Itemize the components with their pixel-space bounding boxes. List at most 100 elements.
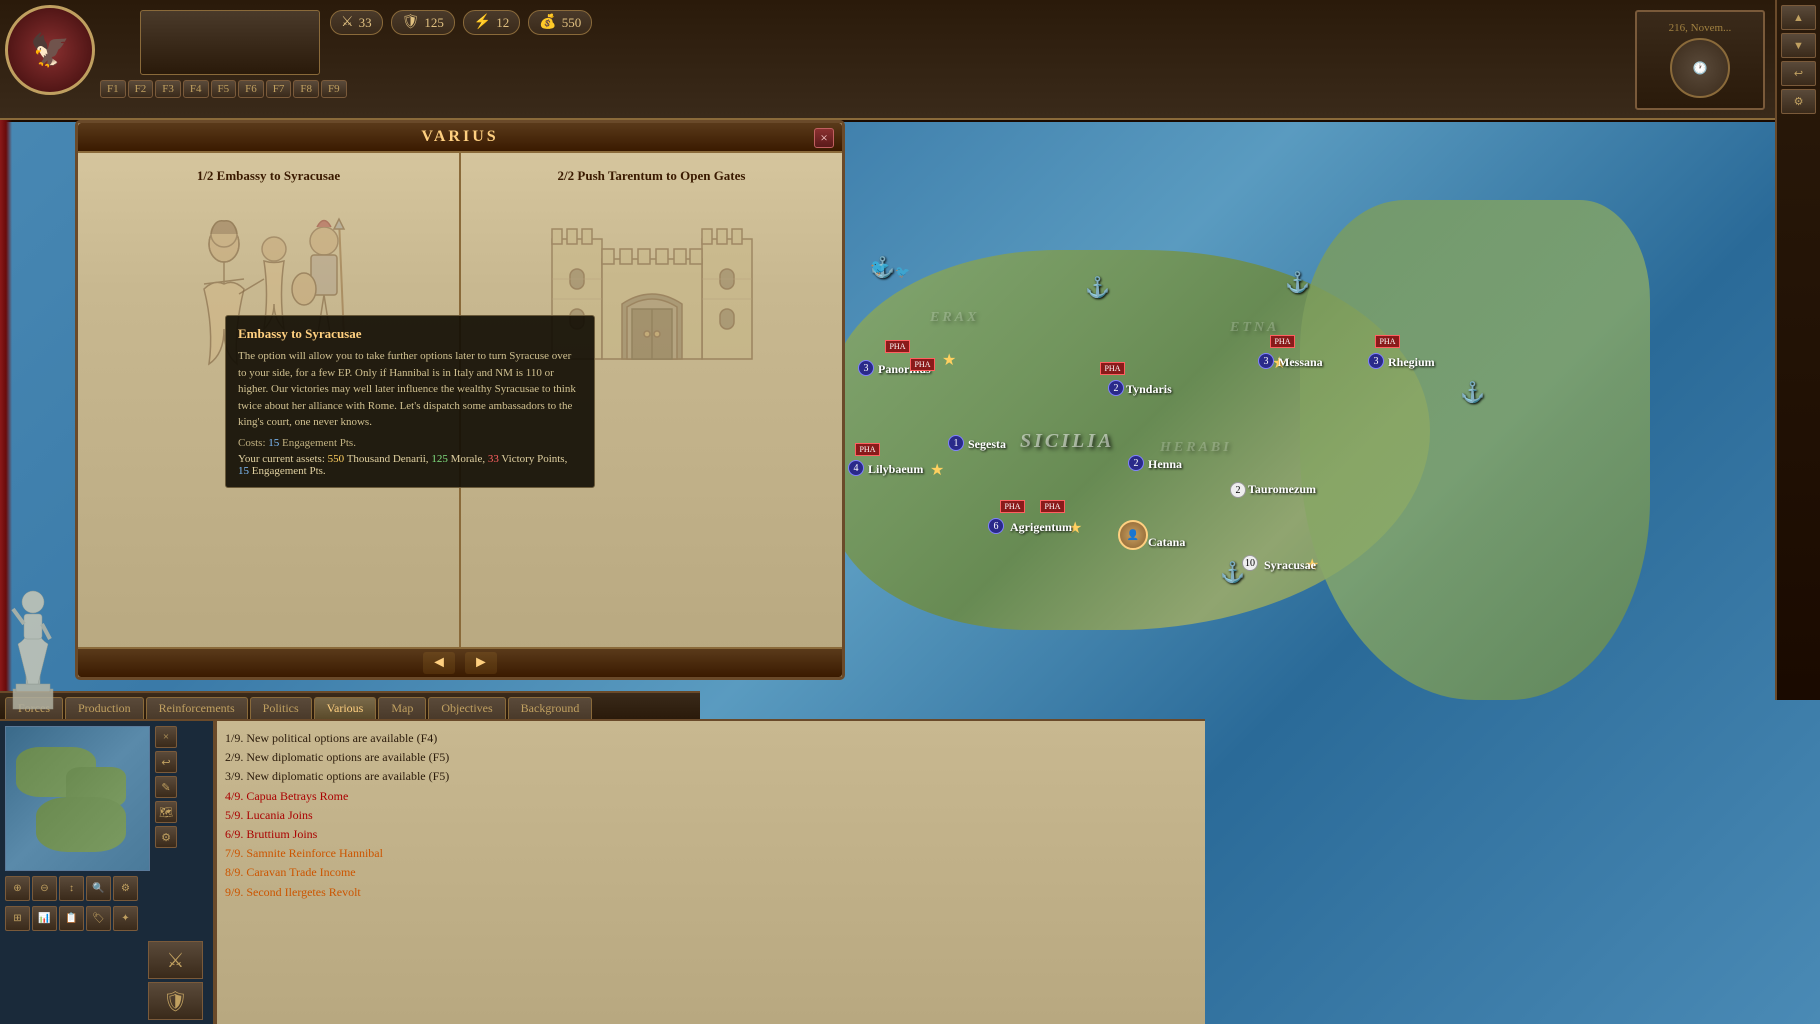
bird1: 🐦 [870,258,890,278]
minimap-row2: ⊕ ⊖ ↕ 🔍 ⚙ [5,876,138,901]
minimap[interactable] [5,726,150,871]
minimap-btn-b2[interactable]: 📊 [32,906,57,931]
city-segesta: Segesta [968,437,1006,452]
unit-rhegium: PHA [1375,335,1400,348]
badge-agrigentum-num: 6 [988,518,1004,534]
city-rhegium: Rhegium [1388,355,1435,370]
tooltip-assets: Your current assets: 550 Thousand Denari… [238,453,582,477]
asset-morale: 125 [431,453,448,465]
minimap-btn-settings[interactable]: ⚙ [155,826,177,848]
tooltip: Embassy to Syracusae The option will all… [225,315,595,488]
shields-icon: 🛡 [402,14,420,31]
resource-swords: ⚔ 33 [330,10,383,35]
fkey-f1[interactable]: F1 [100,80,126,98]
panel-1-title: 1/2 Embassy to Syracusae [93,168,444,184]
panel-2-title: 2/2 Push Tarentum to Open Gates [476,168,827,184]
anchor-ne: ⚓ [1285,270,1310,295]
tab-politics[interactable]: Politics [250,697,312,719]
tab-objectives[interactable]: Objectives [428,697,505,719]
fkey-f3[interactable]: F3 [155,80,181,98]
anchor-e: ⚓ [1460,380,1485,405]
tab-map[interactable]: Map [378,697,426,719]
minimap-btn-close[interactable]: × [155,726,177,748]
tooltip-costs-value: 15 [268,437,279,449]
fkey-f9[interactable]: F9 [321,80,347,98]
unit-portrait-1: ⚔ [148,941,203,979]
asset-ep: 15 [238,465,249,477]
minimap-btn-b1[interactable]: ⊞ [5,906,30,931]
minimap-btn-b5[interactable]: ✦ [113,906,138,931]
resource-gold: 💰 550 [528,10,592,35]
asset-denarii: 550 [328,453,345,465]
minimap-btn-edit[interactable]: ✎ [155,776,177,798]
minimap-btn-a1[interactable]: ⊕ [5,876,30,901]
unit-agrigentum2: PHA [1040,500,1065,513]
tab-background[interactable]: Background [508,697,593,719]
minimap-btn-b4[interactable]: 🏷 [86,906,111,931]
badge-messana-num: 3 [1258,353,1274,369]
title-block [140,10,320,75]
dialog-prev-button[interactable]: ◄ [423,652,455,674]
fkey-f7[interactable]: F7 [266,80,292,98]
minimap-controls: × ↩ ✎ 🗺 ⚙ [155,726,177,848]
city-henna: Henna [1148,457,1182,472]
tab-reinforcements[interactable]: Reinforcements [146,697,248,719]
badge-tyndaris-num: 2 [1108,380,1124,396]
unit-portrait-2: 🛡 [148,982,203,1020]
sidebar-btn-4[interactable]: ⚙ [1781,89,1816,114]
badge-lilybaeum-num: 4 [848,460,864,476]
unit-tyndaris: PHA [1100,362,1125,375]
minimap-btn-undo[interactable]: ↩ [155,751,177,773]
event-line-8: 8/9. Caravan Trade Income [225,863,1197,882]
swords-icon: ⚔ [341,14,354,31]
minimap-btn-b3[interactable]: 📋 [59,906,84,931]
minimap-btn-a4[interactable]: 🔍 [86,876,111,901]
resource-shields: 🛡 125 [391,10,455,35]
minimap-row3: ⊞ 📊 📋 🏷 ✦ [5,906,138,931]
unit-agrigentum1: PHA [1000,500,1025,513]
city-agrigentum: Agrigentum [1010,520,1072,535]
badge-segesta-num: 1 [948,435,964,451]
sidebar-btn-3[interactable]: ↩ [1781,61,1816,86]
unit-panormus2: PHA [910,358,935,371]
event-line-3: 3/9. New diplomatic options are availabl… [225,767,1197,786]
fkey-f6[interactable]: F6 [238,80,264,98]
fkey-f5[interactable]: F5 [211,80,237,98]
badge-panormus-num: 3 [858,360,874,376]
unit-panormus1: PHA [885,340,910,353]
minimap-btn-a5[interactable]: ⚙ [113,876,138,901]
bird2: 🐦 [895,265,910,280]
city-lilybaeum: Lilybaeum [868,462,923,477]
fkey-f8[interactable]: F8 [293,80,319,98]
fkey-f4[interactable]: F4 [183,80,209,98]
dialog-bottom-nav: ◄ ► [78,647,842,677]
event-line-6: 6/9. Bruttium Joins [225,825,1197,844]
event-line-2: 2/9. New diplomatic options are availabl… [225,748,1197,767]
resource-lightning: ⚡ 12 [463,10,520,35]
sidebar-btn-2[interactable]: ▼ [1781,33,1816,58]
tooltip-title: Embassy to Syracusae [238,326,582,342]
tooltip-costs: Costs: 15 Engagement Pts. [238,437,582,449]
event-line-5: 5/9. Lucania Joins [225,806,1197,825]
minimap-btn-map[interactable]: 🗺 [155,801,177,823]
tab-various[interactable]: Various [314,697,377,719]
bottom-tabs: Forces Production Reinforcements Politic… [0,691,700,719]
asset-vp: 33 [488,453,499,465]
fkey-f2[interactable]: F2 [128,80,154,98]
game-emblem: 🦅 [5,5,95,95]
event-line-7: 7/9. Samnite Reinforce Hannibal [225,844,1197,863]
tab-production[interactable]: Production [65,697,144,719]
badge-henna-num: 2 [1128,455,1144,471]
sidebar-btn-1[interactable]: ▲ [1781,5,1816,30]
dialog-next-button[interactable]: ► [465,652,497,674]
minimap-land-3 [36,797,126,852]
minimap-btn-a2[interactable]: ⊖ [32,876,57,901]
dialog-title: VARIUS [421,128,498,146]
minimap-area: × ↩ ✎ 🗺 ⚙ ⊕ ⊖ ↕ 🔍 ⚙ ⊞ 📊 📋 🏷 ✦ ⚔ 🛡 [0,719,215,1024]
minimap-btn-a3[interactable]: ↕ [59,876,84,901]
unit-messana: PHA [1270,335,1295,348]
dialog-close-button[interactable]: × [814,128,834,148]
lightning-icon: ⚡ [474,14,491,31]
city-tyndaris: Tyndaris [1126,382,1172,397]
city-messana: Messana [1278,355,1323,370]
